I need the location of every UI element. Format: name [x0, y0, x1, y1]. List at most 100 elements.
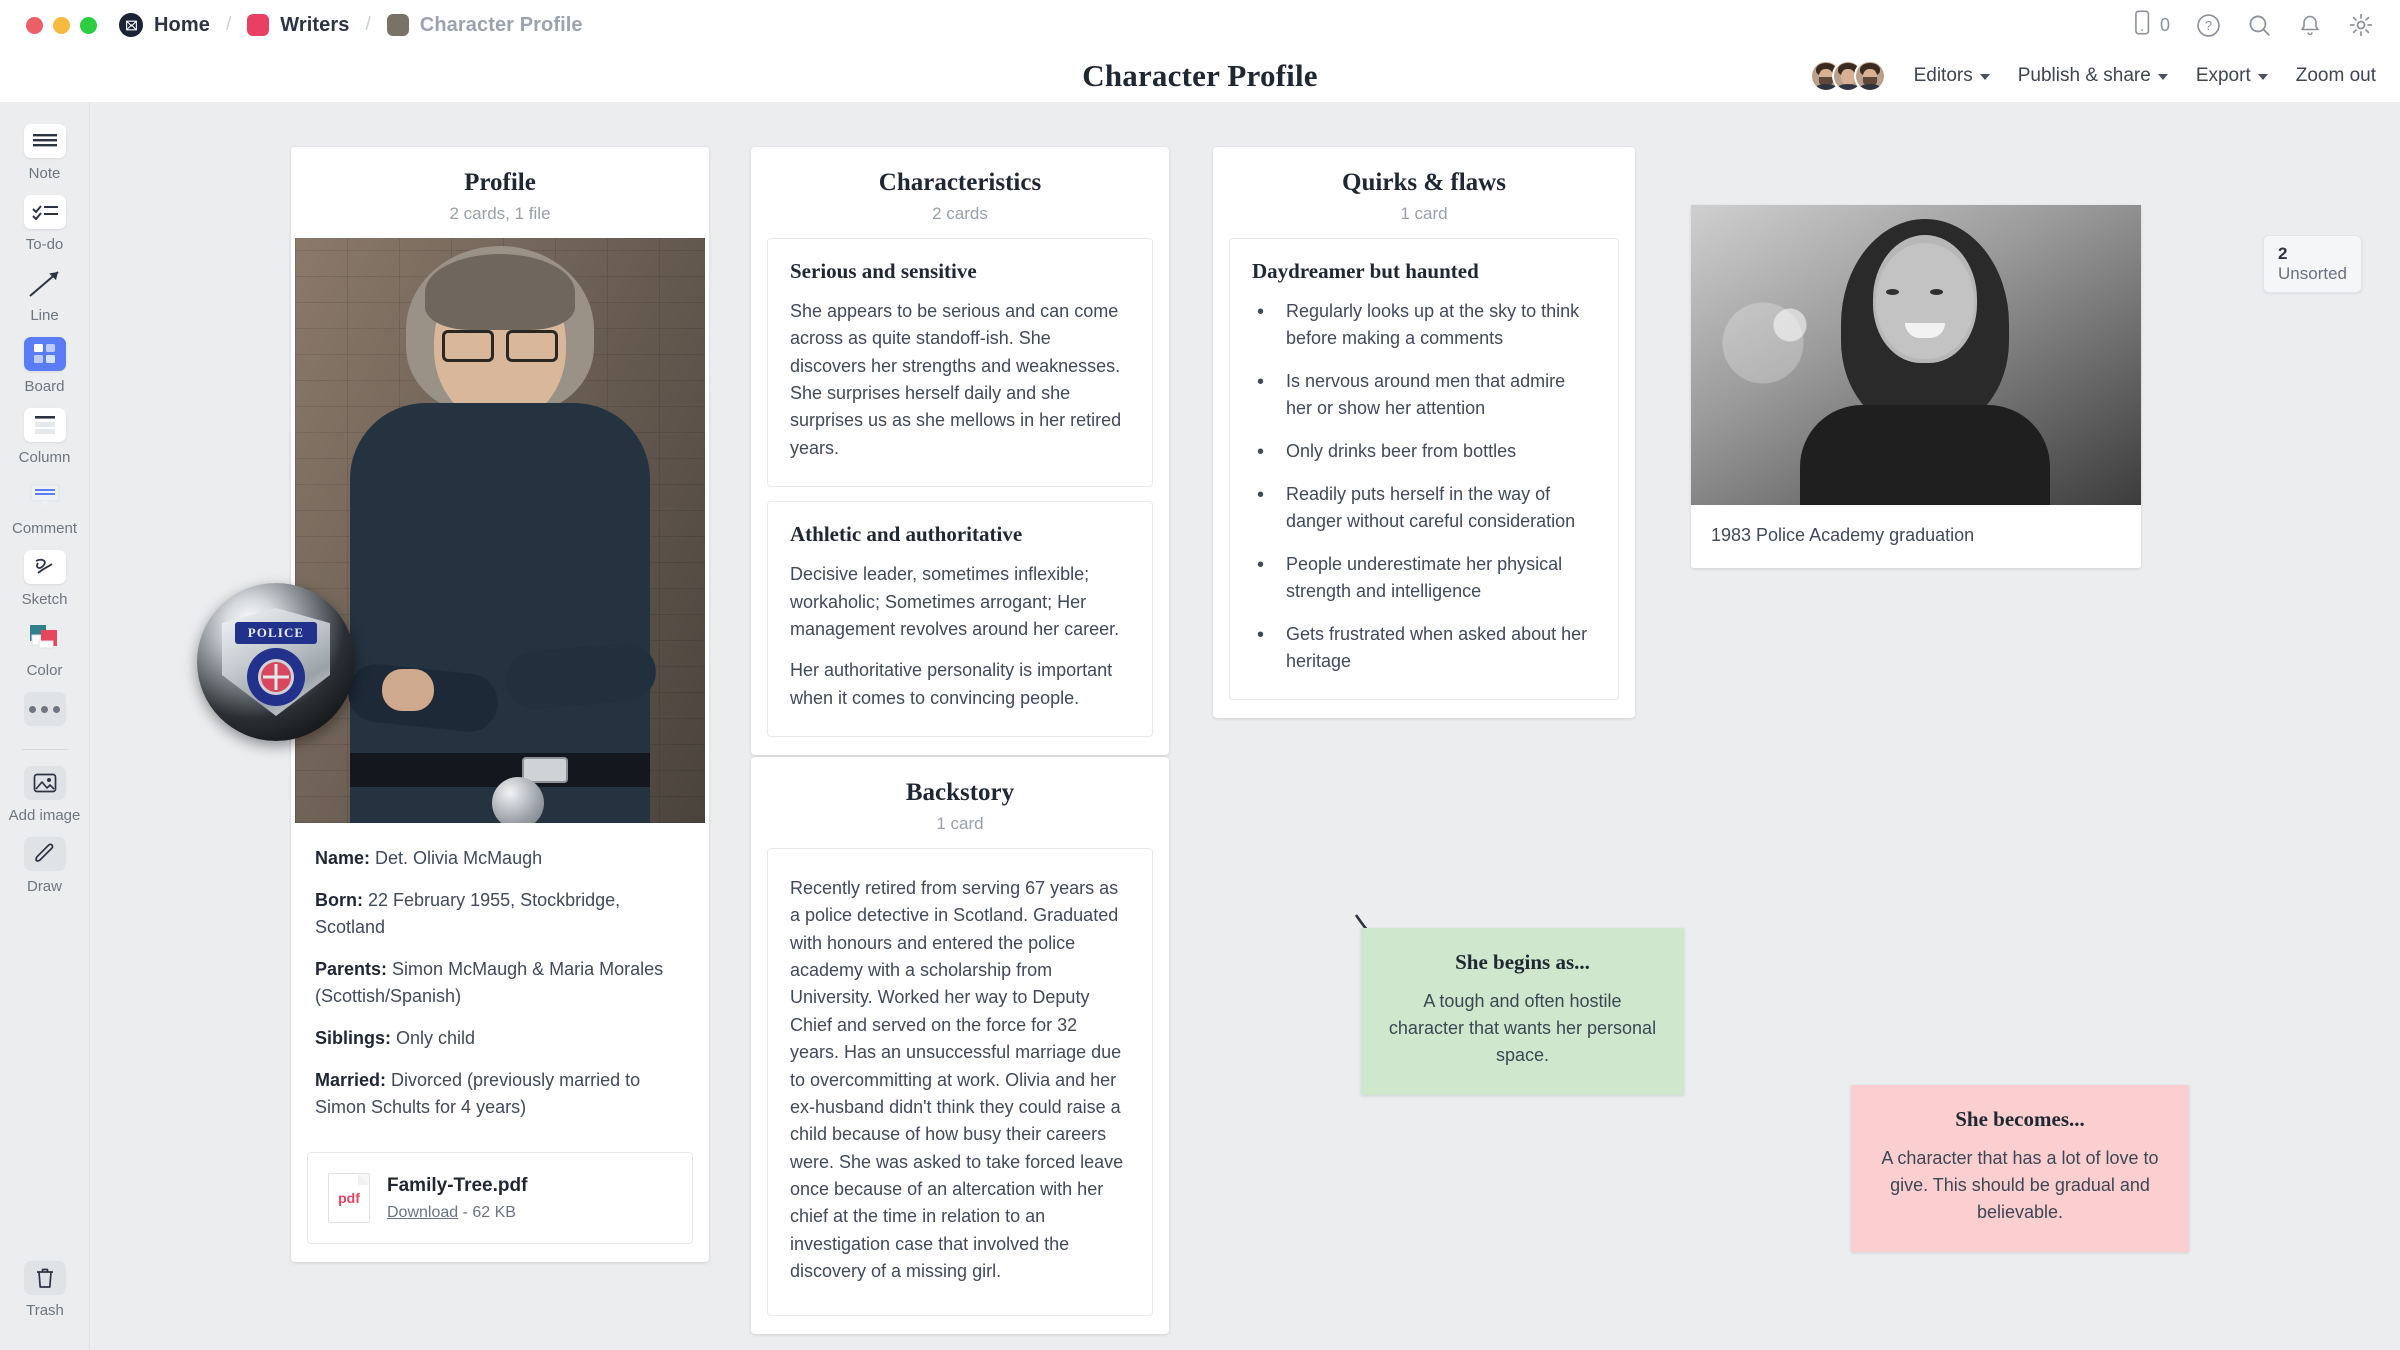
- minimize-window-button[interactable]: [53, 16, 70, 34]
- tool-sketch[interactable]: Sketch: [0, 550, 90, 608]
- police-badge-sticker[interactable]: POLICE: [197, 583, 355, 741]
- publish-share-menu[interactable]: Publish & share: [2018, 65, 2168, 87]
- column-quirks-flaws[interactable]: Quirks & flaws 1 card Daydreamer but hau…: [1213, 147, 1635, 718]
- column-profile[interactable]: Profile 2 cards, 1 file Name: Det. Olivi…: [291, 147, 709, 1262]
- tool-color[interactable]: Color: [0, 621, 90, 679]
- window-controls[interactable]: [26, 16, 97, 34]
- card-serious-and-sensitive[interactable]: Serious and sensitive She appears to be …: [767, 238, 1153, 488]
- profile-detail-row: Born: 22 February 1955, Stockbridge, Sco…: [315, 887, 685, 941]
- editors-menu[interactable]: Editors: [1914, 65, 1990, 87]
- card-title: Serious and sensitive: [790, 259, 977, 283]
- file-download-link[interactable]: Download: [387, 1204, 458, 1221]
- file-size: 62 KB: [472, 1203, 516, 1221]
- card-athletic-and-authoritative[interactable]: Athletic and authoritative Decisive lead…: [767, 501, 1153, 737]
- sticky-title: She begins as...: [1455, 950, 1590, 974]
- list-item: Gets frustrated when asked about her her…: [1252, 620, 1596, 675]
- tool-board[interactable]: Board: [0, 337, 90, 395]
- tool-todo-label: To-do: [25, 236, 64, 253]
- search-icon[interactable]: [2247, 13, 2272, 38]
- maximize-window-button[interactable]: [80, 16, 97, 34]
- publish-share-label: Publish & share: [2017, 65, 2151, 86]
- image-icon: [23, 766, 66, 800]
- quirks-list: Regularly looks up at the sky to think b…: [1252, 297, 1596, 675]
- tool-more[interactable]: [0, 692, 90, 726]
- tool-add-image[interactable]: Add image: [0, 766, 90, 824]
- board-canvas[interactable]: 2 Unsorted Profile 2 cards, 1 file Name:…: [91, 102, 2400, 1350]
- column-backstory-header: Backstory 1 card: [751, 757, 1169, 848]
- column-icon: [23, 408, 66, 442]
- tool-comment[interactable]: Comment: [0, 479, 90, 537]
- profile-detail-row: Married: Divorced (previously married to…: [315, 1067, 685, 1121]
- todo-icon: [23, 195, 66, 229]
- breadcrumb-separator-1: /: [225, 14, 232, 35]
- breadcrumb-separator-2: /: [365, 14, 371, 35]
- profile-details-card[interactable]: Name: Det. Olivia McMaugh Born: 22 Febru…: [291, 823, 709, 1142]
- tool-note-label: Note: [28, 165, 61, 182]
- editors-label: Editors: [1913, 65, 1973, 86]
- tool-column[interactable]: Column: [0, 408, 90, 466]
- tool-line[interactable]: Line: [0, 266, 90, 324]
- breadcrumb-home-label: Home: [154, 13, 210, 36]
- card-title: Athletic and authoritative: [790, 522, 1023, 547]
- chevron-down-icon: [2157, 74, 2168, 80]
- graduation-photo-card[interactable]: 1983 Police Academy graduation: [1691, 205, 2141, 568]
- mobile-devices-button[interactable]: 0: [2134, 10, 2170, 40]
- tool-draw-label: Draw: [26, 878, 62, 895]
- card-paragraph: Her authoritative personality is importa…: [790, 660, 1113, 708]
- app-window: Home / Writers / Character Profile 0 ? C…: [0, 0, 2400, 1350]
- document-title-bar: Character Profile Editors Publish & shar…: [0, 50, 2400, 102]
- sticky-body: A tough and often hostile character that…: [1388, 991, 1657, 1065]
- breadcrumb-item-writers[interactable]: Writers: [247, 14, 349, 37]
- tool-note[interactable]: Note: [0, 124, 90, 182]
- card-daydreamer-but-haunted[interactable]: Daydreamer but haunted Regularly looks u…: [1229, 238, 1619, 700]
- chevron-down-icon: [1979, 74, 1990, 80]
- tool-draw[interactable]: Draw: [0, 837, 90, 895]
- file-name: Family-Tree.pdf: [387, 1174, 528, 1196]
- unsorted-badge[interactable]: 2 Unsorted: [2263, 235, 2362, 293]
- avatar[interactable]: [1853, 60, 1886, 92]
- profile-detail-row: Parents: Simon McMaugh & Maria Morales (…: [315, 956, 685, 1010]
- top-bar: Home / Writers / Character Profile 0 ?: [0, 0, 2400, 50]
- column-quirks-title: Quirks & flaws: [1342, 169, 1506, 196]
- profile-detail-value: Only child: [396, 1028, 476, 1048]
- column-characteristics[interactable]: Characteristics 2 cards Serious and sens…: [751, 147, 1169, 755]
- graduation-photo-image: [1691, 205, 2141, 505]
- sticky-body: A character that has a lot of love to gi…: [1881, 1148, 2159, 1222]
- file-separator: -: [458, 1203, 473, 1221]
- help-icon[interactable]: ?: [2196, 13, 2221, 38]
- profile-photo-card[interactable]: [291, 238, 709, 823]
- toolbar-divider: [21, 749, 68, 750]
- gear-icon[interactable]: [2348, 12, 2374, 38]
- profile-detail-label: Parents:: [315, 959, 388, 979]
- unsorted-label: Unsorted: [2278, 264, 2347, 283]
- column-backstory[interactable]: Backstory 1 card Recently retired from s…: [751, 757, 1169, 1335]
- export-menu[interactable]: Export: [2196, 65, 2268, 87]
- breadcrumb-item-home[interactable]: Home: [119, 13, 210, 37]
- tool-todo[interactable]: To-do: [0, 195, 90, 253]
- card-title: Daydreamer but haunted: [1252, 259, 1479, 283]
- column-characteristics-body: Serious and sensitive She appears to be …: [751, 238, 1169, 755]
- column-profile-header: Profile 2 cards, 1 file: [291, 147, 709, 238]
- more-icon: [23, 692, 66, 726]
- breadcrumb-writers-label: Writers: [280, 13, 350, 36]
- badge-seal-icon: [247, 648, 305, 706]
- profile-detail-row: Name: Det. Olivia McMaugh: [315, 845, 685, 872]
- top-bar-actions: 0 ?: [2134, 10, 2374, 40]
- file-attachment[interactable]: pdf Family-Tree.pdf Download - 62 KB: [307, 1152, 693, 1244]
- sticky-note-she-becomes[interactable]: She becomes... A character that has a lo…: [1851, 1085, 2189, 1252]
- breadcrumb-item-current[interactable]: Character Profile: [386, 14, 583, 37]
- tool-trash[interactable]: Trash: [0, 1261, 90, 1319]
- column-profile-title: Profile: [464, 169, 536, 196]
- card-backstory[interactable]: Recently retired from serving 67 years a…: [767, 848, 1153, 1317]
- bell-icon[interactable]: [2298, 13, 2322, 38]
- sticky-note-she-begins-as[interactable]: She begins as... A tough and often hosti…: [1361, 928, 1684, 1095]
- close-window-button[interactable]: [26, 16, 43, 34]
- list-item: Regularly looks up at the sky to think b…: [1252, 297, 1596, 352]
- zoom-out-button[interactable]: Zoom out: [2296, 65, 2376, 87]
- character-portrait-image: [295, 238, 705, 823]
- column-backstory-body: Recently retired from serving 67 years a…: [751, 848, 1169, 1334]
- card-paragraph: Decisive leader, sometimes inflexible; w…: [790, 564, 1120, 639]
- editor-avatars[interactable]: [1809, 60, 1886, 92]
- comment-icon: [24, 479, 66, 513]
- column-backstory-title: Backstory: [905, 779, 1015, 806]
